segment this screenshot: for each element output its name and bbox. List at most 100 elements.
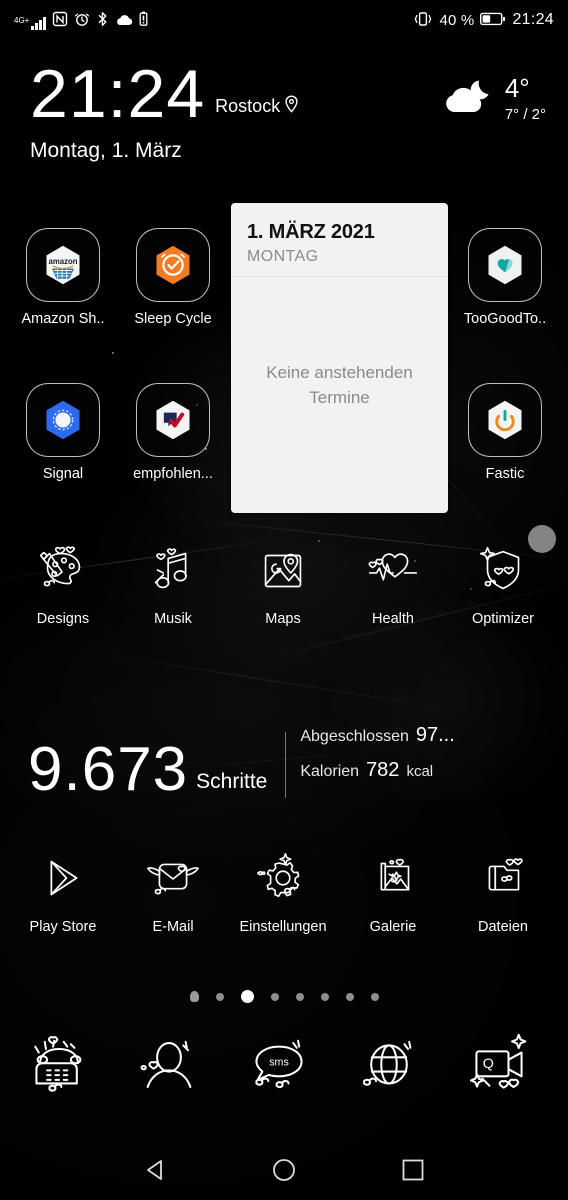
- home-icon[interactable]: [267, 1153, 301, 1187]
- app-email[interactable]: E-Mail: [118, 848, 228, 935]
- signal-app-icon: [26, 383, 100, 457]
- page-dot[interactable]: [320, 992, 329, 1001]
- music-note-icon: [142, 540, 204, 602]
- phone-icon: [21, 1030, 97, 1106]
- bluetooth-icon: [96, 11, 109, 30]
- app-label: Play Store: [29, 919, 97, 935]
- maps-pin-icon: [252, 540, 314, 602]
- sms-icon: sms: [241, 1030, 317, 1106]
- app-signal[interactable]: Signal: [8, 383, 118, 482]
- calendar-weekday: MONTAG: [247, 248, 319, 265]
- battery-icon: [480, 12, 506, 29]
- app-empfohlen[interactable]: empfohlen...: [118, 383, 228, 482]
- svg-text:Q: Q: [483, 1056, 494, 1072]
- page-dot[interactable]: [270, 992, 279, 1001]
- divider: [285, 732, 287, 798]
- app-label: Maps: [265, 611, 301, 627]
- app-musik[interactable]: Musik: [118, 540, 228, 627]
- page-indicator[interactable]: [0, 990, 568, 1003]
- status-bar[interactable]: 4G+ 40 % 21:24: [0, 0, 568, 40]
- dock-contacts[interactable]: [114, 1030, 224, 1106]
- app-label: Health: [372, 611, 414, 627]
- cloud-icon: [115, 13, 133, 30]
- app-label: Dateien: [478, 919, 528, 935]
- heart-pulse-icon: [362, 540, 424, 602]
- step-counter-widget[interactable]: 9.673 Schritte Abgeschlossen 97... Kalor…: [28, 700, 548, 805]
- stat-unit: kcal: [406, 763, 434, 780]
- stat-completed: Abgeschlossen 97...: [300, 724, 454, 747]
- page-dot-active[interactable]: [240, 990, 254, 1003]
- app-label: Musik: [154, 611, 192, 627]
- assistant-ball[interactable]: [528, 525, 556, 553]
- svg-text:amazon: amazon: [49, 257, 78, 266]
- page-dot[interactable]: [215, 992, 224, 1001]
- step-unit: Schritte: [196, 770, 268, 793]
- vibrate-icon: [413, 11, 433, 30]
- app-label: Galerie: [369, 919, 417, 935]
- app-too-good-to-go[interactable]: TooGoodTo..: [450, 228, 560, 327]
- app-label: Einstellungen: [239, 919, 327, 935]
- weather-widget[interactable]: 4° 7° / 2°: [439, 74, 546, 123]
- app-galerie[interactable]: Galerie: [338, 848, 448, 935]
- gear-icon: [252, 848, 314, 910]
- battery-saver-icon: [139, 11, 148, 30]
- app-label: Designs: [36, 611, 90, 627]
- fastic-icon: [468, 383, 542, 457]
- dock-sms[interactable]: sms: [224, 1030, 334, 1106]
- dock-camera[interactable]: Q: [444, 1030, 554, 1106]
- app-maps[interactable]: Maps: [228, 540, 338, 627]
- calendar-header: 1. MÄRZ 2021 MONTAG: [231, 203, 448, 277]
- recents-icon[interactable]: [396, 1153, 430, 1187]
- app-label: E-Mail: [152, 919, 194, 935]
- battery-percent: 40 %: [439, 11, 475, 29]
- app-label: Signal: [42, 466, 84, 482]
- dock-phone[interactable]: [4, 1030, 114, 1106]
- calendar-widget[interactable]: 1. MÄRZ 2021 MONTAG Keine anstehenden Te…: [231, 203, 448, 513]
- back-icon[interactable]: [138, 1153, 172, 1187]
- palette-icon: [32, 540, 94, 602]
- stat-value: 782: [366, 759, 400, 781]
- stat-label: Kalorien: [300, 763, 360, 780]
- clock-city-label: Rostock: [215, 95, 281, 116]
- stat-label: Abgeschlossen: [300, 728, 409, 745]
- camera-icon: Q: [461, 1030, 537, 1106]
- app-label: empfohlen...: [133, 466, 213, 482]
- app-einstellungen[interactable]: Einstellungen: [228, 848, 338, 935]
- nfc-icon: [52, 11, 68, 30]
- amazon-shopping-icon: amazon: [26, 228, 100, 302]
- app-amazon-shopping[interactable]: amazon Amazon Sh..: [8, 228, 118, 327]
- shield-icon: [472, 540, 534, 602]
- app-fastic[interactable]: Fastic: [450, 383, 560, 482]
- step-count: 9.673: [28, 735, 189, 805]
- page-dot[interactable]: [345, 992, 354, 1001]
- app-optimizer[interactable]: Optimizer: [448, 540, 558, 627]
- envelope-icon: [142, 848, 204, 910]
- navigation-bar[interactable]: [0, 1140, 568, 1200]
- home-screen: 4G+ 40 % 21:24 21:24 Rostock Montag, 1. …: [0, 0, 568, 1200]
- svg-text:sms: sms: [269, 1057, 289, 1069]
- page-dot[interactable]: [295, 992, 304, 1001]
- status-right-icons: 40 % 21:24: [413, 11, 554, 30]
- step-stats: Abgeschlossen 97... Kalorien 782 kcal: [300, 724, 454, 794]
- app-label: Fastic: [485, 466, 525, 482]
- play-store-icon: [32, 848, 94, 910]
- status-clock: 21:24: [512, 11, 554, 28]
- dock-browser[interactable]: [334, 1030, 444, 1106]
- clock-time: 21:24: [30, 56, 206, 132]
- page-dot[interactable]: [370, 992, 379, 1001]
- stat-value: 97...: [415, 724, 455, 746]
- weather-temp: 4°: [504, 72, 530, 103]
- folder-icon: [472, 848, 534, 910]
- app-sleep-cycle[interactable]: Sleep Cycle: [118, 228, 228, 327]
- app-dateien[interactable]: Dateien: [448, 848, 558, 935]
- status-left-icons: 4G+: [14, 11, 148, 30]
- app-play-store[interactable]: Play Store: [8, 848, 118, 935]
- page-dot-home[interactable]: [189, 991, 199, 1002]
- clock-city[interactable]: Rostock: [215, 95, 299, 118]
- app-health[interactable]: Health: [338, 540, 448, 627]
- browser-globe-icon: [351, 1030, 427, 1106]
- contacts-icon: [131, 1030, 207, 1106]
- alarm-icon: [74, 11, 90, 30]
- app-designs[interactable]: Designs: [8, 540, 118, 627]
- sleep-cycle-icon: [136, 228, 210, 302]
